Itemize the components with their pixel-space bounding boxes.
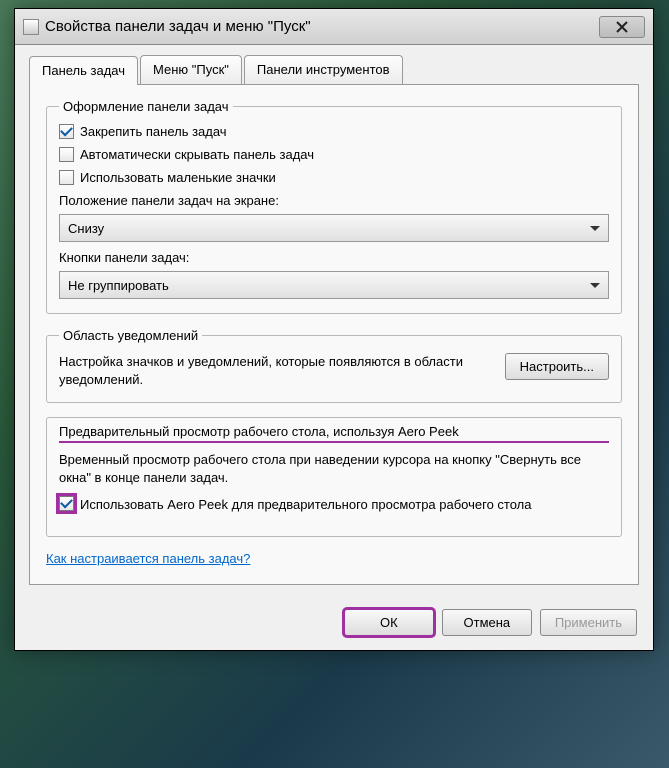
lock-taskbar-label: Закрепить панель задач	[80, 124, 227, 139]
cancel-label: Отмена	[464, 615, 511, 630]
titlebar: Свойства панели задач и меню "Пуск"	[15, 9, 653, 45]
button-bar: ОК Отмена Применить	[15, 599, 653, 650]
notification-legend: Область уведомлений	[59, 328, 202, 343]
close-button[interactable]	[599, 16, 645, 38]
window-icon	[23, 19, 39, 35]
ok-button[interactable]: ОК	[344, 609, 434, 636]
appearance-legend: Оформление панели задач	[59, 99, 233, 114]
help-link-text: Как настраивается панель задач?	[46, 551, 250, 566]
tab-panel-taskbar: Оформление панели задач Закрепить панель…	[29, 84, 639, 585]
smallicons-label: Использовать маленькие значки	[80, 170, 276, 185]
aero-peek-group: Предварительный просмотр рабочего стола,…	[46, 417, 622, 537]
aero-peek-description: Временный просмотр рабочего стола при на…	[59, 451, 609, 486]
tab-label: Панель задач	[42, 63, 125, 78]
lock-taskbar-checkbox[interactable]	[59, 124, 74, 139]
tab-label: Меню "Пуск"	[153, 62, 229, 77]
tab-label: Панели инструментов	[257, 62, 390, 77]
ok-label: ОК	[380, 615, 398, 630]
appearance-group: Оформление панели задач Закрепить панель…	[46, 99, 622, 314]
apply-button[interactable]: Применить	[540, 609, 637, 636]
tab-startmenu[interactable]: Меню "Пуск"	[140, 55, 242, 84]
configure-button[interactable]: Настроить...	[505, 353, 609, 380]
buttons-combo[interactable]: Не группировать	[59, 271, 609, 299]
properties-dialog: Свойства панели задач и меню "Пуск" Пане…	[14, 8, 654, 651]
tab-toolbars[interactable]: Панели инструментов	[244, 55, 403, 84]
close-icon	[616, 21, 628, 33]
window-title: Свойства панели задач и меню "Пуск"	[45, 18, 311, 35]
position-label: Положение панели задач на экране:	[59, 193, 609, 208]
cancel-button[interactable]: Отмена	[442, 609, 532, 636]
buttons-label: Кнопки панели задач:	[59, 250, 609, 265]
help-link[interactable]: Как настраивается панель задач?	[46, 551, 250, 566]
buttons-value: Не группировать	[68, 278, 590, 293]
notification-group: Область уведомлений Настройка значков и …	[46, 328, 622, 403]
smallicons-checkbox[interactable]	[59, 170, 74, 185]
chevron-down-icon	[590, 226, 600, 231]
aero-peek-checkbox-label: Использовать Aero Peek для предварительн…	[80, 496, 532, 514]
chevron-down-icon	[590, 283, 600, 288]
apply-label: Применить	[555, 615, 622, 630]
aero-peek-title: Предварительный просмотр рабочего стола,…	[59, 424, 609, 443]
position-value: Снизу	[68, 221, 590, 236]
aero-peek-checkbox[interactable]	[59, 496, 74, 511]
tab-taskbar[interactable]: Панель задач	[29, 56, 138, 85]
configure-label: Настроить...	[520, 359, 594, 374]
autohide-checkbox[interactable]	[59, 147, 74, 162]
autohide-label: Автоматически скрывать панель задач	[80, 147, 314, 162]
tab-strip: Панель задач Меню "Пуск" Панели инструме…	[29, 55, 639, 84]
notification-text: Настройка значков и уведомлений, которые…	[59, 353, 491, 388]
position-combo[interactable]: Снизу	[59, 214, 609, 242]
